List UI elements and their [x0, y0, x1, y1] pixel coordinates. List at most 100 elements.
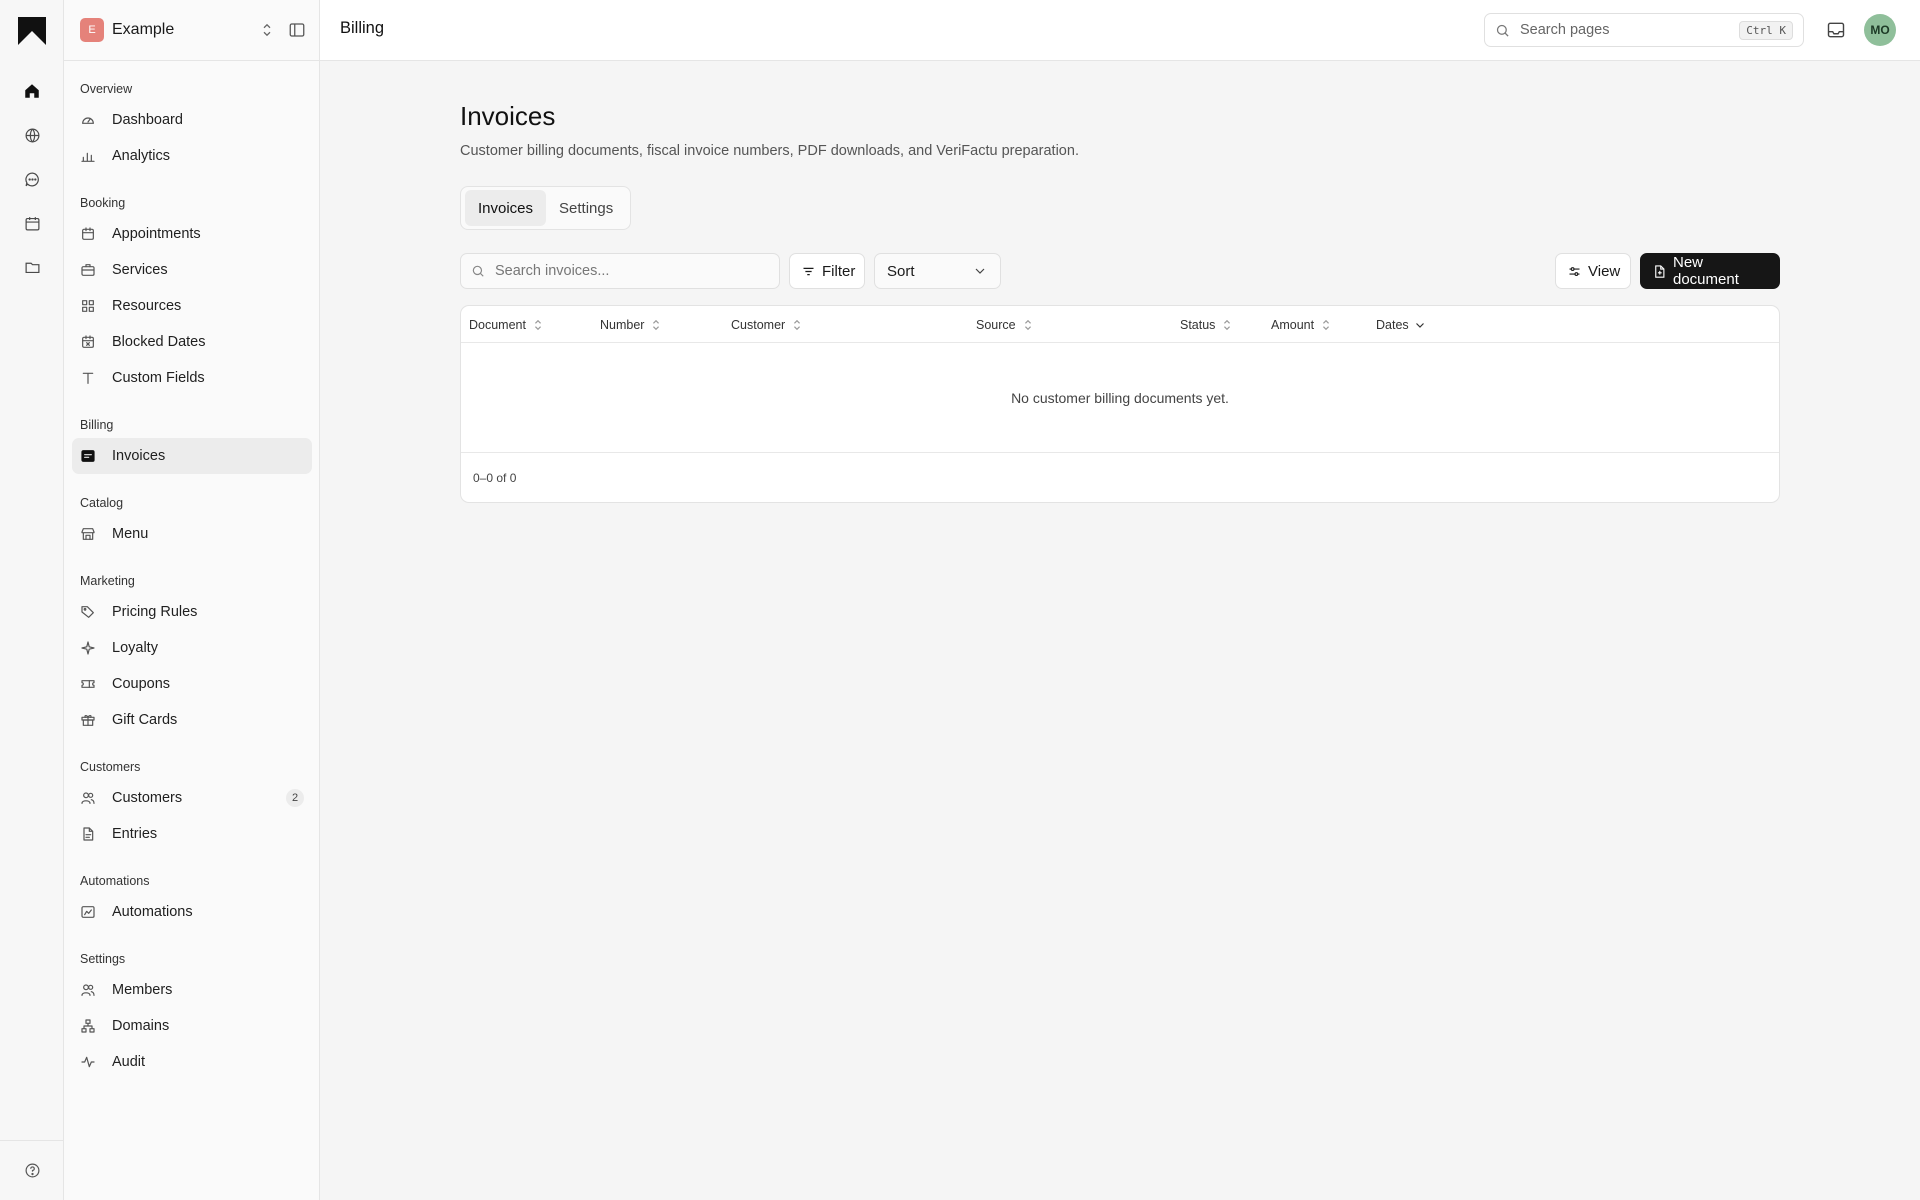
column-header-label: Status [1180, 317, 1216, 332]
sort-label: Sort [887, 262, 915, 280]
logo-icon[interactable] [17, 16, 47, 46]
sidebar-item-invoices[interactable]: Invoices [72, 438, 312, 474]
sidebar-item-domains[interactable]: Domains [72, 1008, 312, 1044]
sidebar-item-label: Pricing Rules [112, 604, 198, 620]
workspace-switcher[interactable]: E Example [80, 17, 306, 43]
column-header-document[interactable]: Document [469, 306, 543, 343]
nav-group-title: Overview [80, 82, 133, 96]
sidebar: E Example Overview Dashboard Analytics Book… [64, 0, 320, 1200]
users-icon [80, 982, 96, 998]
tag-icon [80, 604, 96, 620]
global-search-placeholder: Search pages [1520, 22, 1610, 38]
global-search[interactable]: Search pages Ctrl K [1484, 13, 1804, 47]
page-title: Invoices [460, 101, 556, 131]
sidebar-item-menu[interactable]: Menu [72, 516, 312, 552]
sidebar-item-services[interactable]: Services [72, 252, 312, 288]
column-header-label: Customer [731, 317, 786, 332]
sidebar-item-entries[interactable]: Entries [72, 816, 312, 852]
filter-label: Filter [822, 262, 856, 280]
sidebar-item-label: Members [112, 982, 173, 998]
sort-select[interactable]: Sort [874, 253, 1001, 289]
sidebar-item-custom-fields[interactable]: Custom Fields [72, 360, 312, 396]
file-plus-icon [1652, 264, 1667, 279]
column-header-source[interactable]: Source [976, 306, 1033, 343]
activity-icon [80, 1054, 96, 1070]
column-header-dates[interactable]: Dates [1376, 306, 1426, 343]
inbox-icon[interactable] [1826, 20, 1846, 40]
tab-settings[interactable]: Settings [546, 190, 626, 226]
new-document-button[interactable]: New document [1640, 253, 1780, 289]
users-icon [80, 790, 96, 806]
calendar-icon[interactable] [20, 211, 44, 235]
new-document-label: New document [1673, 254, 1739, 288]
sidebar-item-dashboard[interactable]: Dashboard [72, 102, 312, 138]
sidebar-item-label: Custom Fields [112, 370, 205, 386]
sidebar-item-label: Gift Cards [112, 712, 178, 728]
text-icon [80, 370, 96, 386]
page-tabs: Invoices Settings [460, 186, 632, 230]
sidebar-divider [64, 60, 319, 61]
sort-icon [651, 319, 661, 331]
network-icon [80, 1018, 96, 1034]
nav-group-title: Customers [80, 760, 141, 774]
sidebar-item-customers[interactable]: Customers 2 [72, 780, 312, 816]
sidebar-item-loyalty[interactable]: Loyalty [72, 630, 312, 666]
chevron-down-icon [972, 263, 988, 279]
column-header-number[interactable]: Number [600, 306, 661, 343]
nav-group-title: Booking [80, 196, 126, 210]
sidebar-item-resources[interactable]: Resources [72, 288, 312, 324]
invoices-table: Document Number Customer Source Status Amount… [460, 305, 1780, 503]
ticket-icon [80, 676, 96, 692]
column-header-amount[interactable]: Amount [1271, 306, 1331, 343]
workflow-icon [80, 904, 96, 920]
sidebar-item-label: Analytics [112, 148, 171, 164]
invoice-search-input[interactable] [495, 263, 769, 279]
column-header-label: Number [600, 317, 645, 332]
receipt-icon [80, 448, 96, 464]
sidebar-item-gift-cards[interactable]: Gift Cards [72, 702, 312, 738]
sort-icon [1222, 319, 1232, 331]
filter-button[interactable]: Filter [789, 253, 865, 289]
sidebar-item-blocked-dates[interactable]: Blocked Dates [72, 324, 312, 360]
sidebar-item-label: Domains [112, 1018, 170, 1034]
workspace-name: Example [112, 21, 175, 38]
sidebar-item-members[interactable]: Members [72, 972, 312, 1008]
sidebar-item-pricing-rules[interactable]: Pricing Rules [72, 594, 312, 630]
view-button[interactable]: View [1555, 253, 1631, 289]
page-header-title: Billing [340, 19, 385, 37]
sort-icon [792, 319, 802, 331]
sidebar-item-automations[interactable]: Automations [72, 894, 312, 930]
sliders-icon [1567, 264, 1582, 279]
sidebar-item-analytics[interactable]: Analytics [72, 138, 312, 174]
sidebar-item-appointments[interactable]: Appointments [72, 216, 312, 252]
invoice-search[interactable] [460, 253, 780, 289]
folder-icon[interactable] [20, 255, 44, 279]
column-header-status[interactable]: Status [1180, 306, 1232, 343]
nav-group-title: Settings [80, 952, 126, 966]
nav-group-title: Marketing [80, 574, 135, 588]
avatar[interactable]: MO [1864, 14, 1896, 46]
column-header-customer[interactable]: Customer [731, 306, 802, 343]
sparkles-icon [80, 640, 96, 656]
chevrons-up-down-icon [258, 21, 276, 39]
sort-icon [1023, 319, 1033, 331]
sidebar-toggle-icon[interactable] [288, 21, 306, 39]
bar-chart-icon [80, 148, 96, 164]
home-icon[interactable] [20, 79, 44, 103]
sidebar-item-label: Entries [112, 826, 158, 842]
chat-icon[interactable] [20, 167, 44, 191]
help-icon[interactable] [0, 1140, 64, 1200]
sidebar-item-label: Invoices [112, 448, 166, 464]
globe-icon[interactable] [20, 123, 44, 147]
sidebar-item-label: Automations [112, 904, 193, 920]
table-header: Document Number Customer Source Status Amount… [461, 306, 1779, 343]
sidebar-item-coupons[interactable]: Coupons [72, 666, 312, 702]
grid-icon [80, 298, 96, 314]
tab-invoices[interactable]: Invoices [465, 190, 547, 226]
sidebar-item-audit[interactable]: Audit [72, 1044, 312, 1080]
nav-group-title: Automations [80, 874, 150, 888]
